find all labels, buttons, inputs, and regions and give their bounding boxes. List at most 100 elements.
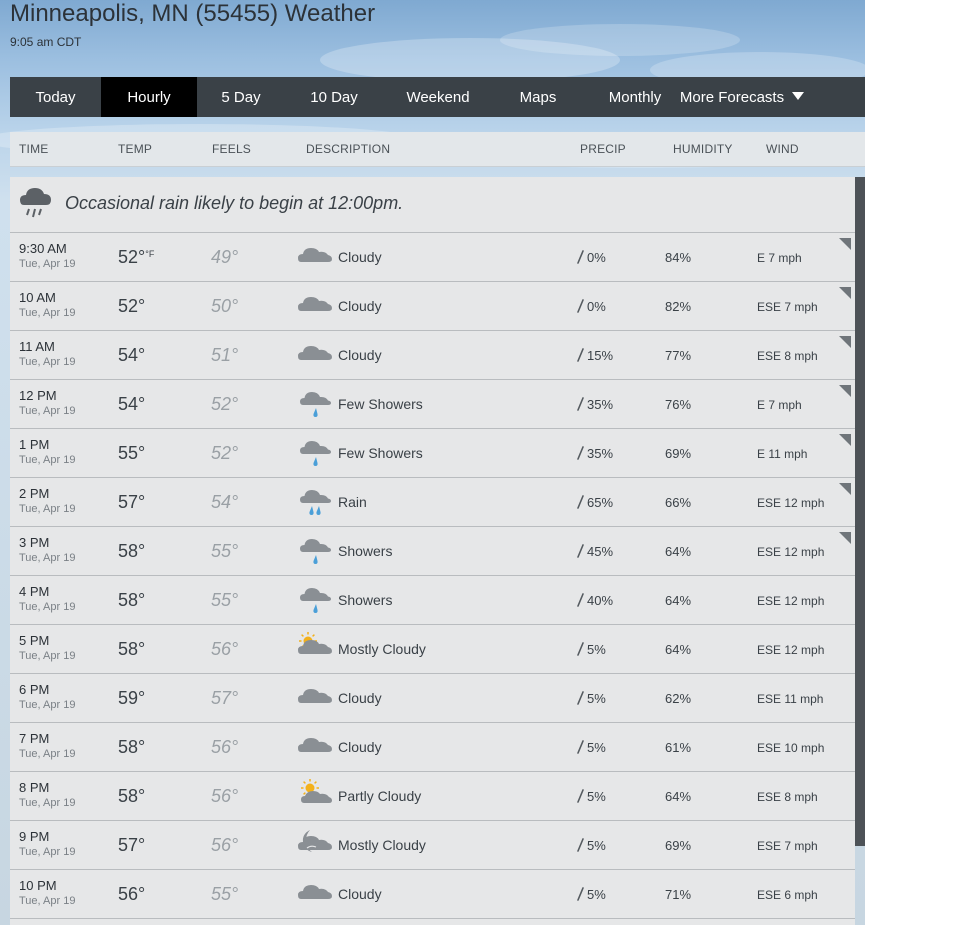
row-humidity: 71%: [665, 887, 692, 902]
row-precip: 0%: [587, 299, 606, 314]
row-feels: 55°: [211, 884, 239, 904]
row-wind: ESE 10 mph: [757, 741, 825, 755]
tab-hourly[interactable]: Hourly: [101, 77, 197, 117]
tab-label: 10 Day: [310, 88, 358, 106]
row-humidity: 69%: [665, 838, 692, 853]
raindrop-icon: [576, 691, 586, 710]
hourly-row[interactable]: 7 PM Tue, Apr 19 58° 56° Cloudy 5% 61% ESE 10 m…: [10, 723, 855, 772]
tab-label: Monthly: [608, 88, 662, 106]
hourly-row[interactable]: 8 PM Tue, Apr 19 58° 56° Partly Cloudy 5% 64% E…: [10, 772, 855, 821]
partly-cloudy-sun-icon: [298, 779, 334, 818]
expand-corner-icon[interactable]: [839, 434, 851, 446]
row-temp: 58°: [118, 541, 145, 562]
row-description: Cloudy: [338, 886, 382, 902]
hourly-row[interactable]: 10 PM Tue, Apr 19 56° 55° Cloudy 5% 71% ESE 6 m…: [10, 870, 855, 919]
row-temp: 58°: [118, 737, 145, 758]
row-precip: 5%: [587, 789, 606, 804]
row-temp-value: 54°: [118, 345, 146, 365]
row-feels: 56°: [211, 786, 239, 806]
expand-corner-icon[interactable]: [839, 287, 851, 299]
row-precip: 40%: [587, 593, 614, 608]
row-humidity: 62%: [665, 691, 692, 706]
row-date: Tue, Apr 19: [19, 258, 76, 270]
row-feels: 56°: [211, 639, 239, 659]
tab-label: Maps: [519, 88, 557, 106]
raindrop-icon: [576, 544, 586, 563]
row-feels: 52°: [211, 443, 239, 463]
tab-10-day[interactable]: 10 Day: [285, 77, 383, 117]
expand-corner-icon[interactable]: [839, 532, 851, 544]
rain-cloud-icon: [18, 185, 54, 226]
tab-weekend[interactable]: Weekend: [383, 77, 493, 117]
col-header-feels: FEELS: [212, 142, 252, 156]
row-temp: 54°: [118, 394, 145, 415]
tab-label: More Forecasts: [679, 88, 785, 106]
row-time: 1 PM: [19, 437, 50, 452]
raindrop-icon: [576, 495, 586, 514]
row-date: Tue, Apr 19: [19, 307, 76, 319]
row-temp-value: 56°: [118, 884, 146, 904]
row-temp-value: 59°: [118, 688, 146, 708]
row-temp: 57°: [118, 835, 145, 856]
hourly-row[interactable]: 5 PM Tue, Apr 19 58° 56° Mostly Cloudy 5% 64% E…: [10, 625, 855, 674]
row-wind: ESE 8 mph: [757, 790, 818, 804]
tab-today[interactable]: Today: [10, 77, 101, 117]
hourly-row[interactable]: 6 PM Tue, Apr 19 59° 57° Cloudy 5% 62% ESE 11 m…: [10, 674, 855, 723]
row-precip: 5%: [587, 642, 606, 657]
expand-corner-icon[interactable]: [839, 336, 851, 348]
rain-alert-banner: Occasional rain likely to begin at 12:00…: [10, 177, 855, 233]
hourly-row[interactable]: 1 PM Tue, Apr 19 55° 52° Few Showers 35% 69% E …: [10, 429, 855, 478]
col-header-wind: WIND: [766, 142, 799, 156]
hourly-row[interactable]: 11 AM Tue, Apr 19 54° 51° Cloudy 15% 77% ESE 8 …: [10, 331, 855, 380]
mostly-cloudy-night-icon: [298, 828, 334, 867]
row-feels: 56°: [211, 835, 239, 855]
hourly-row[interactable]: 9 PM Tue, Apr 19 57° 56° Mostly Cloudy 5% 69% E…: [10, 821, 855, 870]
tab-5-day[interactable]: 5 Day: [197, 77, 285, 117]
cloud-icon: [298, 289, 334, 328]
row-temp-value: 57°: [118, 492, 146, 512]
row-humidity: 61%: [665, 740, 692, 755]
hourly-row[interactable]: 12 PM Tue, Apr 19 54° 52° Few Showers 35% 76% E…: [10, 380, 855, 429]
row-date: Tue, Apr 19: [19, 748, 76, 760]
row-precip: 0%: [587, 250, 606, 265]
row-wind: ESE 11 mph: [757, 692, 824, 706]
col-header-description: DESCRIPTION: [306, 142, 391, 156]
row-feels: 56°: [211, 737, 239, 757]
row-temp-value: 58°: [118, 639, 146, 659]
expand-corner-icon[interactable]: [839, 238, 851, 250]
row-time: 5 PM: [19, 633, 50, 648]
row-wind: ESE 7 mph: [757, 839, 818, 853]
hourly-row[interactable]: 9:30 AM Tue, Apr 19 52°°F 49° Cloudy 0% 84% E 7…: [10, 233, 855, 282]
scrollbar[interactable]: [855, 177, 865, 846]
col-header-temp: TEMP: [118, 142, 153, 156]
row-time: 10 PM: [19, 878, 57, 893]
cloud-icon: [298, 681, 334, 720]
row-wind: ESE 12 mph: [757, 594, 825, 608]
row-time: 6 PM: [19, 682, 50, 697]
row-humidity: 82%: [665, 299, 692, 314]
row-temp-value: 57°: [118, 835, 146, 855]
row-time: 7 PM: [19, 731, 50, 746]
row-time: 10 AM: [19, 290, 56, 305]
row-description: Partly Cloudy: [338, 788, 422, 804]
hourly-table: Occasional rain likely to begin at 12:00…: [10, 177, 855, 925]
hourly-row[interactable]: 4 PM Tue, Apr 19 58° 55° Showers 40% 64% ESE 12…: [10, 576, 855, 625]
raindrop-icon: [576, 397, 586, 416]
expand-corner-icon[interactable]: [839, 385, 851, 397]
row-temp: 59°: [118, 688, 145, 709]
tab-maps[interactable]: Maps: [493, 77, 583, 117]
hourly-row[interactable]: 3 PM Tue, Apr 19 58° 55° Showers 45% 64% ESE 12…: [10, 527, 855, 576]
row-humidity: 64%: [665, 544, 692, 559]
raindrop-icon: [576, 299, 586, 318]
tab-monthly[interactable]: Monthly: [583, 77, 687, 117]
row-wind: ESE 12 mph: [757, 545, 825, 559]
tab-more-forecasts[interactable]: More Forecasts: [680, 77, 805, 117]
forecast-nav: Today Hourly 5 Day 10 Day Weekend Maps Monthly…: [10, 77, 865, 117]
row-feels: 54°: [211, 492, 239, 512]
expand-corner-icon[interactable]: [839, 483, 851, 495]
hourly-row[interactable]: 10 AM Tue, Apr 19 52° 50° Cloudy 0% 82% ESE 7 m…: [10, 282, 855, 331]
row-feels: 55°: [211, 590, 239, 610]
hourly-row[interactable]: 2 PM Tue, Apr 19 57° 54° Rain 65% 66% ESE 12 mp…: [10, 478, 855, 527]
row-precip: 5%: [587, 740, 606, 755]
row-temp: 57°: [118, 492, 145, 513]
